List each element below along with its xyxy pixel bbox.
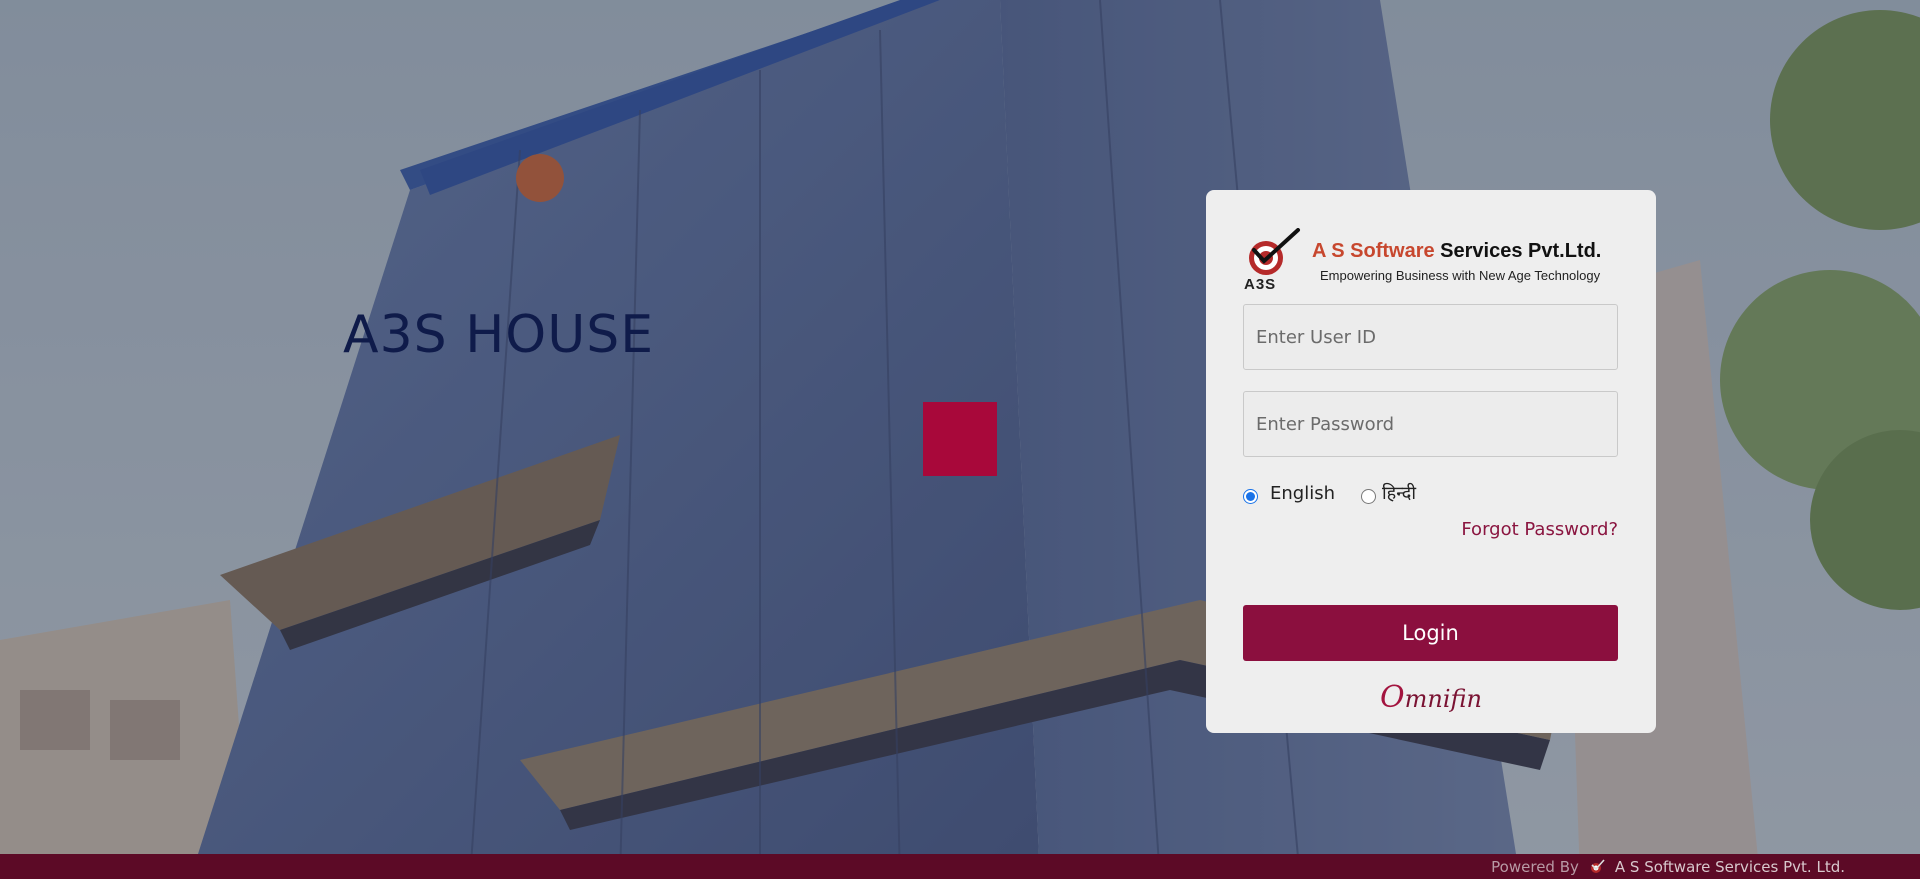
language-radio-english[interactable] xyxy=(1243,488,1258,504)
product-logo: Omnifin xyxy=(1206,680,1656,715)
language-selector: English हिन्दी xyxy=(1243,480,1442,506)
login-button[interactable]: Login xyxy=(1243,605,1618,661)
powered-by-label: Powered By xyxy=(1491,857,1579,876)
language-label-english[interactable]: English xyxy=(1270,483,1335,504)
product-logo-initial: O xyxy=(1380,680,1405,715)
company-logo: A3S A S Software Services Pvt.Ltd. Empow… xyxy=(1242,228,1622,294)
footer-company-name: A S Software Services Pvt. Ltd. xyxy=(1614,857,1845,876)
loading-indicator xyxy=(923,402,997,476)
footer-bar: Powered By A S Software Services Pvt. Lt… xyxy=(0,854,1920,879)
hero-title: A3S HOUSE xyxy=(343,305,655,365)
user-id-input[interactable] xyxy=(1243,304,1618,370)
language-radio-hindi[interactable] xyxy=(1361,488,1376,504)
company-name-rest: Services Pvt.Ltd. xyxy=(1434,240,1602,262)
language-label-hindi[interactable]: हिन्दी xyxy=(1382,481,1416,505)
product-logo-rest: mnifin xyxy=(1404,685,1482,713)
company-logo-icon xyxy=(1590,858,1605,873)
logo-text: A3S xyxy=(1244,276,1277,293)
company-name-accent: A S Software xyxy=(1312,240,1435,262)
company-name: A S Software Services Pvt.Ltd. xyxy=(1312,240,1601,263)
forgot-password-link[interactable]: Forgot Password? xyxy=(1461,519,1618,540)
login-card: A3S A S Software Services Pvt.Ltd. Empow… xyxy=(1206,190,1656,733)
company-tagline: Empowering Business with New Age Technol… xyxy=(1320,268,1601,283)
password-input[interactable] xyxy=(1243,391,1618,457)
